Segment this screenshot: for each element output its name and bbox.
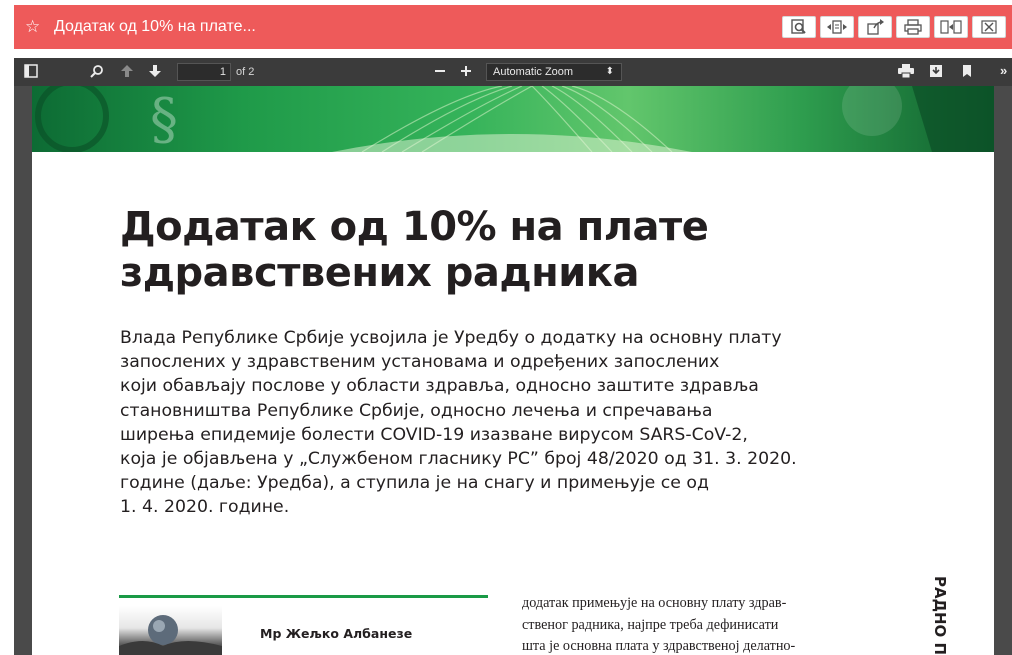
find-in-page-button[interactable] [782, 16, 816, 38]
zoom-out-button[interactable] [434, 65, 446, 77]
print-button[interactable] [896, 16, 930, 38]
fit-width-button[interactable] [820, 16, 854, 38]
print-document-button[interactable] [898, 64, 914, 78]
body-column: додатак примењује на основну плату здрав… [522, 593, 894, 655]
window-title-bar: ☆ Додатак од 10% на плате... [14, 5, 1012, 49]
next-page-button[interactable] [148, 64, 162, 78]
open-book-illustration: § [35, 86, 994, 152]
lead-line: запослених у здравственим установама и о… [120, 352, 720, 373]
search-icon [90, 65, 103, 78]
body-line: ственог радника, најпре треба дефинисати [522, 616, 779, 633]
share-document-icon [867, 19, 884, 35]
minus-icon [435, 70, 445, 72]
magnifier-document-icon [791, 19, 806, 34]
page-number-input[interactable] [177, 63, 231, 81]
lead-line: ширења епидемије болести COVID-19 изазва… [120, 424, 748, 445]
page-count-label: of 2 [236, 66, 255, 78]
star-icon[interactable]: ☆ [25, 17, 40, 37]
article-title: Додатак од 10% на плате здравствених рад… [120, 204, 709, 296]
window-title: Додатак од 10% на плате... [54, 18, 256, 35]
arrow-down-icon [149, 65, 161, 77]
sidebar-toggle-button[interactable] [24, 64, 38, 78]
lead-line: 1. 4. 2020. године. [120, 497, 290, 518]
split-view-button[interactable] [934, 16, 968, 38]
sidebar-toggle-icon [24, 64, 38, 78]
split-view-icon [940, 20, 962, 34]
document-viewer[interactable]: § Додатак од 10% на плате здравствених р… [14, 86, 1012, 655]
author-divider [119, 595, 488, 598]
lead-line: која је објављена у „Службеном гласнику … [120, 449, 797, 470]
svg-text:§: § [150, 87, 178, 152]
globe-hands-image [119, 615, 222, 655]
body-line: додатак примењује на основну плату здрав… [522, 595, 787, 611]
body-line: шта је основна плата у здравственој дела… [522, 638, 796, 654]
zoom-select-value: Automatic Zoom [493, 66, 574, 78]
printer-icon [904, 19, 922, 35]
close-button[interactable] [972, 16, 1006, 38]
share-button[interactable] [858, 16, 892, 38]
double-chevron-right-icon: » [1000, 63, 1008, 78]
lead-line: Влада Републике Србије усвојила је Уредб… [120, 328, 782, 348]
chevron-updown-icon: ⬍ [605, 66, 614, 77]
author-name: Мр Жељко Албанезе [260, 626, 413, 641]
pdf-page: § Додатак од 10% на плате здравствених р… [32, 86, 994, 655]
lead-line: становништва Републике Србије, односно л… [120, 400, 713, 421]
lead-line: године (даље: Уредба), а ступила је на с… [120, 473, 709, 494]
zoom-select[interactable]: Automatic Zoom ⬍ [486, 63, 622, 81]
author-photo [119, 606, 222, 655]
header-banner-image: § [32, 86, 994, 152]
more-tools-button[interactable]: » [1000, 63, 1007, 78]
printer-icon [898, 64, 914, 78]
plus-icon [461, 66, 471, 76]
lead-line: који обављају послове у области здравља,… [120, 376, 759, 397]
lead-paragraph: Влада Републике Србије усвојила је Уредб… [120, 326, 900, 520]
bookmark-icon [963, 65, 971, 77]
download-icon [930, 65, 942, 77]
arrow-up-icon [121, 65, 133, 77]
previous-page-button[interactable] [120, 64, 134, 78]
fit-width-arrows-icon [827, 20, 847, 34]
bookmark-button[interactable] [962, 64, 972, 78]
section-side-label: РАДНО П [931, 576, 949, 655]
close-x-icon [981, 20, 997, 34]
pdf-toolbar: of 2 Automatic Zoom ⬍ » [14, 58, 1012, 86]
zoom-in-button[interactable] [460, 65, 472, 77]
download-button[interactable] [929, 64, 943, 78]
find-button[interactable] [90, 64, 104, 78]
